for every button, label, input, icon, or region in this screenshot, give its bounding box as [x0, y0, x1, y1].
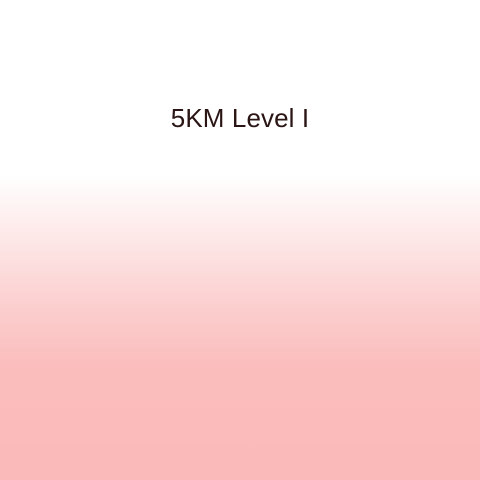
workout-screen: 5KM Level I	[0, 0, 480, 480]
workout-title: 5KM Level I	[170, 103, 310, 133]
